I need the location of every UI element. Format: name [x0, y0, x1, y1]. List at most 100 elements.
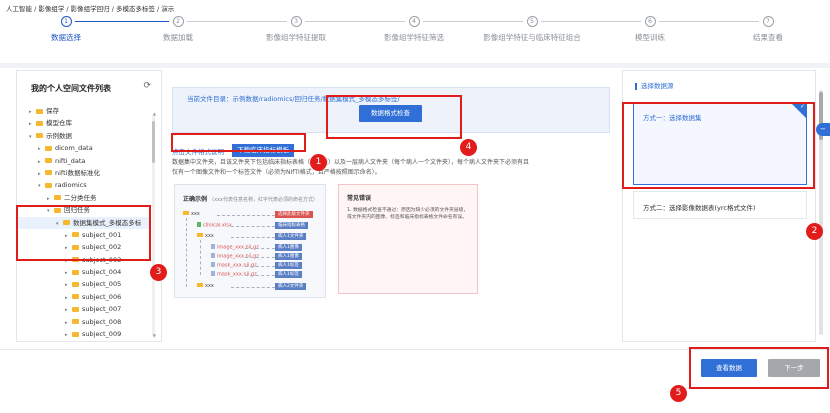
correct-example-title-text: 正确示例 — [183, 196, 208, 203]
step-label: 影像组学特征筛选 — [384, 33, 444, 42]
folder-icon — [63, 220, 70, 226]
example-row: xxx — [183, 211, 200, 218]
format-description: 数据集中文件夹，且该文件夹下包括临床指标表格（见模板）以及一层病人文件夹（每个病… — [172, 158, 608, 177]
breadcrumb: 人工智能 / 影像组学 / 影像组学回归 / 多模态多标签 / 演示 — [6, 5, 175, 13]
example-connector — [231, 237, 275, 238]
example-row-label: clinical.xlsx — [203, 222, 232, 229]
example-connector — [245, 257, 275, 258]
example-tag: 病人1图像 — [275, 253, 302, 260]
tree-item[interactable]: ▸ subject_009 — [17, 328, 151, 340]
step-number: 1 — [60, 16, 72, 27]
data-source-panel: 选择数据源 方式一：选择数据集 ✓ 方式二：选择影像数据表(yrc格式文件) — [622, 70, 816, 342]
example-tree-line — [200, 240, 201, 275]
step-3[interactable]: 3 影像组学特征提取 — [246, 14, 346, 43]
tree-item[interactable]: ▸ nifti_data — [17, 155, 151, 167]
tree-item[interactable]: ▸ subject_002 — [17, 241, 151, 253]
tree-item[interactable]: ▸ subject_001 — [17, 229, 151, 241]
scroll-up-icon[interactable]: ▲ — [153, 111, 156, 116]
tree-item[interactable]: ▸ subject_005 — [17, 278, 151, 290]
data-source-title: 选择数据源 — [635, 83, 674, 90]
tree-item-label: 回归任务 — [64, 206, 90, 215]
tree-item-label: 示例数据 — [46, 131, 72, 140]
tree-item[interactable]: ▸ 二分类任务 — [17, 192, 151, 204]
format-description-line: 数据集中文件夹，且该文件夹下包括临床指标表格（见模板）以及一层病人文件夹（每个病… — [172, 159, 530, 166]
step-label: 模型训练 — [635, 33, 665, 42]
correct-example-title: 正确示例 （xxx代表任意名称，红字代表必须的命名方式） — [183, 194, 318, 203]
tree-item-label: subject_008 — [82, 317, 122, 326]
tree-item[interactable]: ▾ 数据集模式_多模态多标 — [17, 216, 151, 229]
example-tag: 病人1标签 — [275, 262, 302, 269]
view-data-button[interactable]: 查看数据 — [701, 359, 757, 377]
folder-icon — [72, 232, 79, 238]
example-row: xxx — [197, 233, 214, 240]
scroll-down-icon[interactable]: ▼ — [153, 333, 156, 338]
step-number: 7 — [762, 16, 774, 27]
file-list-title: 我的个人空间文件列表 — [31, 84, 111, 93]
folder-icon — [36, 108, 43, 114]
example-tag: 病人1图像 — [275, 244, 302, 251]
option-select-image-table[interactable]: 方式二：选择影像数据表(yrc格式文件) — [633, 191, 807, 219]
tree-item[interactable]: ▸ dicom_data — [17, 142, 151, 154]
folder-icon — [45, 170, 52, 176]
caret-right-icon[interactable]: ▸ — [65, 329, 72, 341]
tree-item-label: subject_001 — [82, 230, 122, 239]
footer-divider — [0, 349, 830, 350]
file-icon — [211, 271, 215, 276]
folder-icon — [54, 207, 61, 213]
tree-item[interactable]: ▾ 回归任务 — [17, 204, 151, 216]
next-step-button[interactable]: 下一步 — [768, 359, 820, 377]
step-6[interactable]: 6 模型训练 — [600, 14, 700, 43]
tree-item[interactable]: ▸ nifti数据标准化 — [17, 167, 151, 179]
example-connector — [231, 287, 275, 288]
folder-icon — [72, 269, 79, 275]
tree-item[interactable]: ▾ radiomics — [17, 179, 151, 191]
example-connector — [245, 275, 275, 276]
step-7[interactable]: 7 结果查看 — [718, 14, 818, 43]
folder-icon — [72, 319, 79, 325]
tree-item[interactable]: ▸ 模型仓库 — [17, 117, 151, 129]
file-tree: ▸ 保存 ▸ 模型仓库 ▾ 示例数据 ▸ dicom_data ▸ nifti_data ▸ nift… — [17, 105, 151, 340]
tree-item[interactable]: ▸ subject_003 — [17, 254, 151, 266]
example-tag: 病人1标签 — [275, 271, 302, 278]
tree-item[interactable]: ▸ subject_006 — [17, 291, 151, 303]
step-number: 5 — [526, 16, 538, 27]
step-bar: 1 数据选择 2 数据加载 3 影像组学特征提取 4 影像组学特征筛选 5 影像组学特征与临床特征… — [0, 14, 830, 64]
tree-item-label: subject_007 — [82, 305, 122, 314]
download-template-button[interactable]: 下载临床指标模板 — [232, 144, 295, 157]
refresh-icon[interactable]: ⟳ — [143, 81, 151, 91]
folder-icon — [72, 281, 79, 287]
option-select-dataset[interactable]: 方式一：选择数据集 ✓ — [633, 103, 807, 185]
file-icon — [211, 262, 215, 267]
step-label: 数据选择 — [51, 33, 81, 42]
step-2[interactable]: 2 数据加载 — [128, 14, 228, 43]
option-select-dataset-label: 方式一：选择数据集 — [643, 114, 702, 122]
tree-item-label: 保存 — [46, 107, 59, 115]
step-4[interactable]: 4 影像组学特征筛选 — [364, 14, 464, 43]
tree-item-label: 模型仓库 — [46, 119, 72, 128]
tree-item[interactable]: ▸ subject_007 — [17, 303, 151, 315]
folder-icon — [72, 306, 79, 312]
file-icon — [211, 253, 215, 258]
minus-icon: − — [820, 125, 826, 133]
tree-item-label: subject_004 — [82, 268, 122, 277]
file-list-panel: 我的个人空间文件列表 ⟳ ▸ 保存 ▸ 模型仓库 ▾ 示例数据 ▸ dicom_data ▸ ni… — [16, 70, 162, 342]
step-1[interactable]: 1 数据选择 — [16, 14, 116, 43]
tree-item[interactable]: ▸ subject_004 — [17, 266, 151, 278]
folder-icon — [72, 257, 79, 263]
example-connector — [245, 266, 275, 267]
step-5[interactable]: 5 影像组学特征与临床特征组合 — [482, 14, 582, 43]
tree-item-label: subject_002 — [82, 243, 122, 252]
tree-item-label: subject_005 — [82, 280, 122, 289]
example-connector — [217, 215, 275, 216]
file-icon — [211, 244, 215, 249]
tree-item-label: nifti_data — [55, 156, 86, 165]
tree-item[interactable]: ▸ 保存 — [17, 105, 151, 117]
folder-icon — [197, 233, 203, 237]
format-description-link[interactable]: 点击文件格式说明 — [172, 146, 224, 156]
data-format-check-button[interactable]: 数据格式检查 — [359, 105, 422, 122]
folder-icon — [72, 294, 79, 300]
tree-item[interactable]: ▸ subject_008 — [17, 316, 151, 328]
tree-scrollbar-thumb[interactable] — [152, 121, 155, 163]
tree-item[interactable]: ▾ 示例数据 — [17, 130, 151, 142]
tree-item-label: dicom_data — [55, 144, 93, 153]
